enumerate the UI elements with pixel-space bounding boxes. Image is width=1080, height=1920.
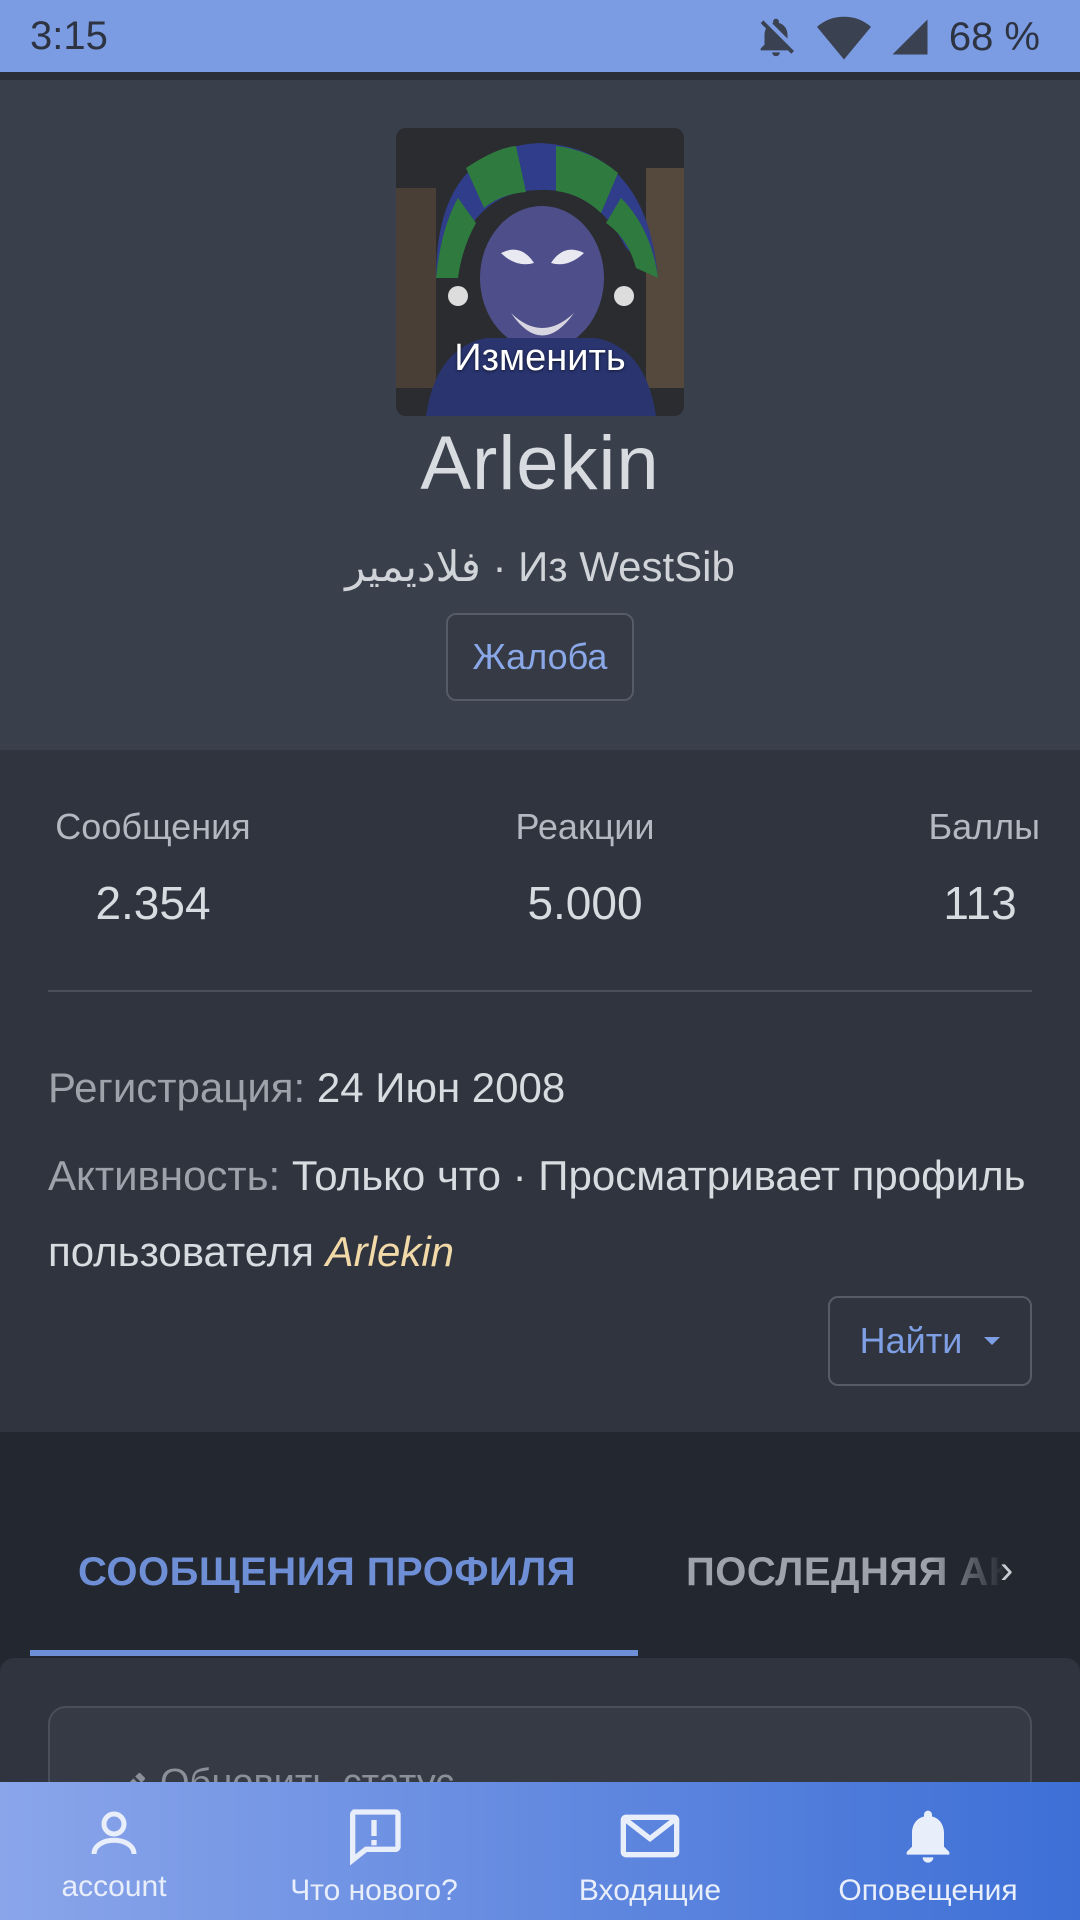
subtitle-separator: · [480, 543, 519, 590]
bell-icon [906, 1810, 950, 1863]
stat-points-value: 113 [943, 877, 1017, 929]
registration-label: Регистрация: [48, 1064, 306, 1111]
tab-profile-posts[interactable]: СООБЩЕНИЯ ПРОФИЛЯ [78, 1550, 576, 1595]
status-time: 3:15 [30, 14, 108, 58]
wifi-icon [816, 16, 871, 60]
battery-text: 68 % [948, 14, 1040, 59]
notifications-off-icon [760, 18, 794, 57]
profile-tabs: СООБЩЕНИЯ ПРОФИЛЯ ПОСЛЕДНЯЯ АКТИВНОСТЬ › [0, 1432, 1080, 1660]
account-icon [91, 1811, 137, 1855]
activity-label: Активность: [48, 1152, 281, 1199]
stat-reactions[interactable]: Реакции 5.000 [480, 806, 690, 930]
nav-alerts[interactable]: Оповещения [834, 1782, 1022, 1920]
username: Arlekin [420, 421, 660, 506]
report-button[interactable]: Жалоба [446, 613, 634, 701]
subtitle-location: Из WestSib [518, 543, 735, 590]
active-tab-indicator [30, 1650, 638, 1656]
nav-account[interactable]: account [40, 1782, 188, 1920]
stat-messages[interactable]: Сообщения 2.354 [48, 806, 258, 930]
chevron-right-icon[interactable]: › [1000, 1548, 1013, 1593]
stat-reactions-label: Реакции [515, 806, 655, 847]
status-bar: 3:15 68 % [0, 0, 1080, 72]
profile-subtitle: فلاديمير · Из WestSib [0, 542, 1080, 591]
bottom-navigation: account Что нового? Входящие Оповещения [0, 1782, 1080, 1920]
stat-points[interactable]: Баллы 113 [900, 806, 1040, 930]
status-icons: 68 % [753, 14, 1040, 60]
tab-fade [930, 1522, 1040, 1622]
stat-messages-value: 2.354 [95, 877, 211, 929]
profile-header: Изменить Arlekin فلاديمير · Из WestSib Ж… [0, 80, 1080, 750]
nav-account-label: account [61, 1870, 167, 1903]
find-label: Найти [859, 1320, 963, 1361]
nav-whats-new[interactable]: Что нового? [278, 1782, 470, 1920]
avatar[interactable]: Изменить [396, 128, 684, 416]
stat-points-label: Баллы [928, 806, 1040, 847]
nav-whats-new-label: Что нового? [290, 1874, 458, 1907]
stats-divider [48, 990, 1032, 992]
activity-line: Активность: Только что · Просматривает п… [48, 1138, 1038, 1290]
nav-inbox-label: Входящие [578, 1874, 722, 1907]
whats-new-icon [350, 1809, 401, 1866]
avatar-edit-label[interactable]: Изменить [396, 337, 684, 380]
stats-section: Сообщения 2.354 Реакции 5.000 Баллы 113 … [0, 750, 1080, 1432]
stat-reactions-value: 5.000 [527, 877, 643, 929]
signal-icon [892, 19, 928, 55]
registration-line: Регистрация: 24 Июн 2008 [48, 1050, 1038, 1126]
registration-value: 24 Июн 2008 [316, 1064, 566, 1111]
activity-link[interactable]: Arlekin [326, 1228, 454, 1275]
subtitle-name: فلاديمير [345, 543, 481, 590]
stat-messages-label: Сообщения [55, 806, 251, 847]
nav-alerts-label: Оповещения [838, 1874, 1018, 1907]
inbox-icon [620, 1814, 680, 1858]
caret-down-icon [984, 1337, 1001, 1345]
nav-inbox[interactable]: Входящие [572, 1782, 728, 1920]
status-divider [0, 72, 1080, 80]
find-dropdown-button[interactable]: Найти [828, 1296, 1032, 1386]
